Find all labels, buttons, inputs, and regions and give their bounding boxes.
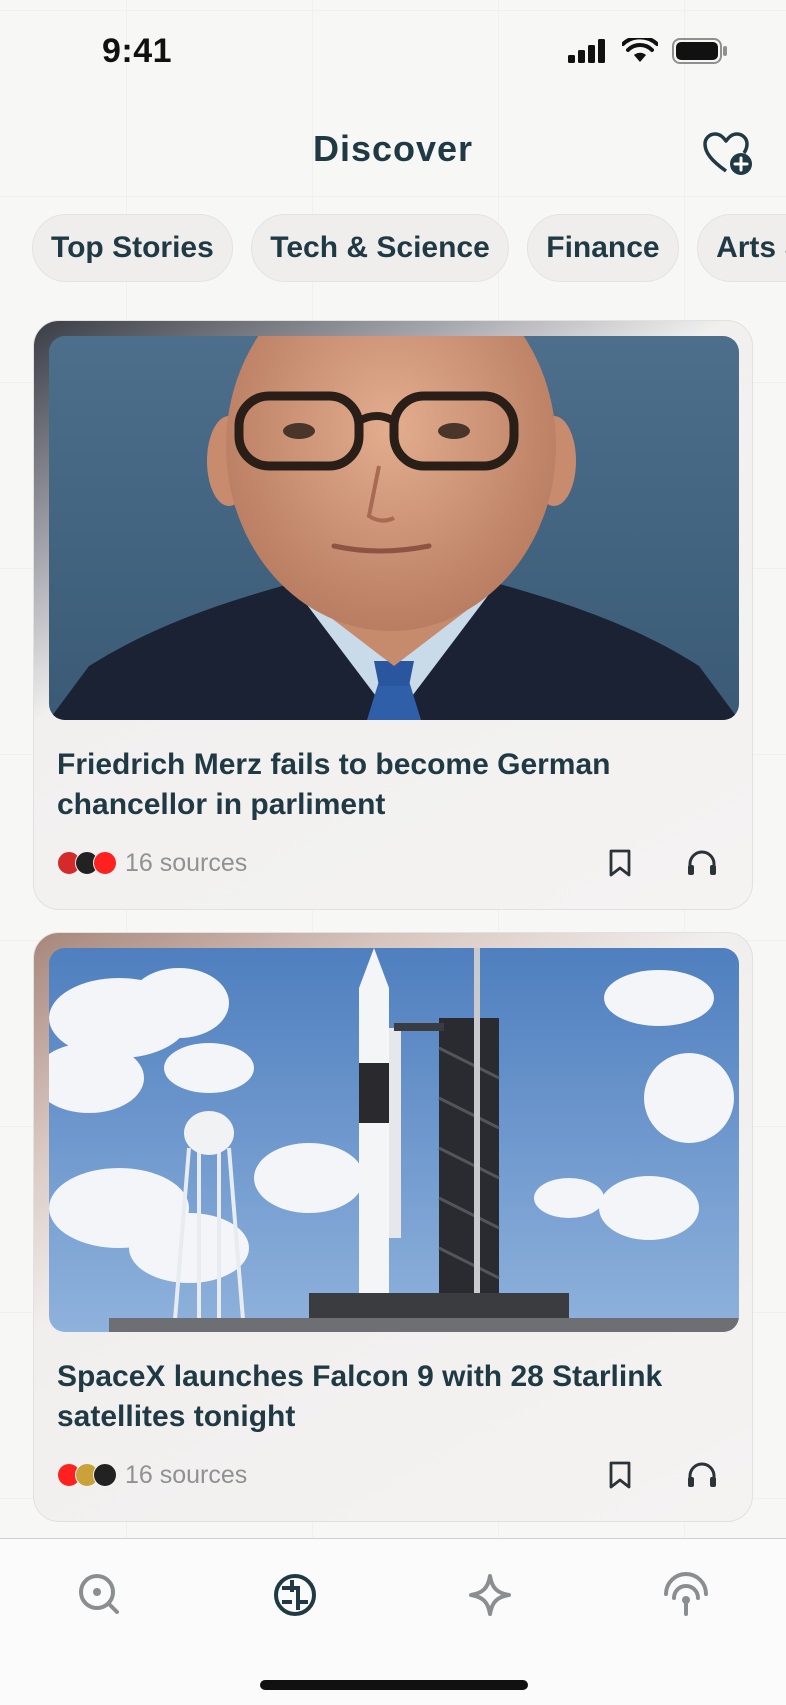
- tab-finance[interactable]: Finance: [527, 214, 679, 282]
- news-title[interactable]: SpaceX launches Falcon 9 with 28 Starlin…: [57, 1357, 697, 1437]
- tab-top-stories[interactable]: Top Stories: [32, 214, 233, 282]
- tab-arts-culture[interactable]: Arts & Culture: [697, 214, 786, 282]
- wifi-icon: [622, 38, 658, 62]
- source-logo-icon: [93, 1463, 117, 1487]
- page-title: Discover: [312, 128, 474, 169]
- news-meta: 16 sources: [57, 843, 247, 883]
- nav-library[interactable]: [656, 1565, 716, 1625]
- listen-button[interactable]: [682, 1455, 722, 1495]
- add-favorite-button[interactable]: [702, 128, 754, 180]
- sources-count[interactable]: 16 sources: [125, 849, 247, 878]
- news-image-falcon9: [49, 948, 739, 1332]
- home-indicator: [260, 1680, 528, 1690]
- source-logos: [57, 851, 117, 875]
- youtube-logo-icon: [93, 851, 117, 875]
- news-card[interactable]: Friedrich Merz fails to become German ch…: [33, 320, 753, 910]
- headphones-icon: [688, 850, 716, 875]
- bookmark-button[interactable]: [600, 1455, 640, 1495]
- heart-plus-icon: [703, 132, 752, 175]
- tab-tech-science[interactable]: Tech & Science: [251, 214, 509, 282]
- bookmark-icon: [609, 1461, 631, 1489]
- bookmark-button[interactable]: [600, 843, 640, 883]
- category-tabs: Top Stories Tech & Science Finance Arts …: [32, 214, 786, 284]
- news-meta: 16 sources: [57, 1455, 247, 1495]
- bookmark-icon: [609, 849, 631, 877]
- news-image-merz: [49, 336, 739, 720]
- status-time: 9:41: [102, 32, 173, 70]
- discover-icon: [274, 1574, 316, 1616]
- nav-spaces[interactable]: [460, 1565, 520, 1625]
- headphones-icon: [688, 1462, 716, 1487]
- listen-button[interactable]: [682, 843, 722, 883]
- sources-count[interactable]: 16 sources: [125, 1461, 247, 1490]
- header: Discover: [0, 110, 786, 190]
- status-bar: 9:41: [0, 0, 786, 100]
- spaces-icon: [469, 1574, 511, 1616]
- news-card[interactable]: SpaceX launches Falcon 9 with 28 Starlin…: [33, 932, 753, 1522]
- battery-icon: [672, 38, 727, 64]
- search-icon: [79, 1574, 119, 1614]
- status-icons: [568, 38, 728, 64]
- nav-search[interactable]: [70, 1565, 130, 1625]
- library-icon: [664, 1572, 708, 1616]
- source-logos: [57, 1463, 117, 1487]
- news-title[interactable]: Friedrich Merz fails to become German ch…: [57, 745, 697, 825]
- nav-discover[interactable]: [265, 1565, 325, 1625]
- cellular-signal-icon: [568, 39, 605, 63]
